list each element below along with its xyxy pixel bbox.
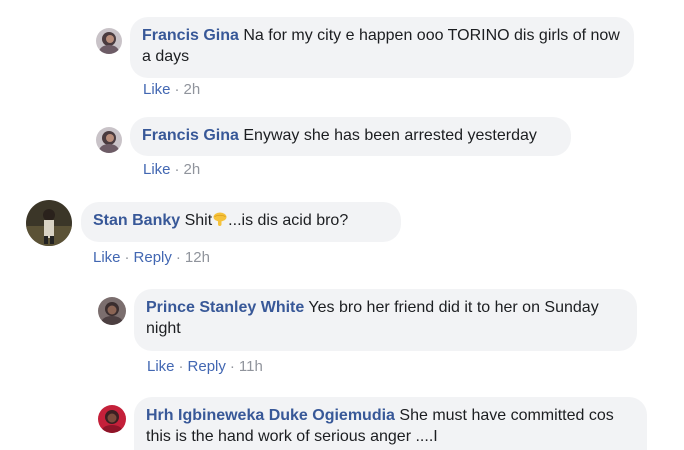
avatar[interactable] xyxy=(96,28,122,54)
timestamp[interactable]: 11h xyxy=(239,358,263,375)
avatar[interactable] xyxy=(26,200,72,246)
separator: · xyxy=(174,81,180,98)
like-link[interactable]: Like xyxy=(93,249,121,266)
reply-link[interactable]: Reply xyxy=(188,358,226,375)
comment-actions: Like · 2h xyxy=(143,161,200,178)
separator: · xyxy=(175,249,181,266)
comment-text-before: Shit xyxy=(184,212,213,229)
avatar[interactable] xyxy=(96,127,122,153)
comment-author[interactable]: Stan Banky xyxy=(93,212,180,229)
comment-text: Enyway she has been arrested yesterday xyxy=(243,127,537,144)
comment-actions: Like · Reply · 11h xyxy=(147,358,263,375)
avatar[interactable] xyxy=(98,405,126,433)
timestamp[interactable]: 2h xyxy=(184,81,201,98)
comment-bubble: Hrh Igbineweka Duke Ogiemudia She must h… xyxy=(134,397,647,450)
comment-author[interactable]: Francis Gina xyxy=(142,27,239,44)
separator: · xyxy=(124,249,130,266)
like-link[interactable]: Like xyxy=(147,358,175,375)
comment-author[interactable]: Prince Stanley White xyxy=(146,299,304,316)
comment-bubble: Francis Gina Na for my city e happen ooo… xyxy=(130,17,634,78)
timestamp[interactable]: 2h xyxy=(184,161,201,178)
comment-actions: Like · Reply · 12h xyxy=(93,249,210,266)
avatar[interactable] xyxy=(98,297,126,325)
comment-bubble: Prince Stanley White Yes bro her friend … xyxy=(134,289,637,351)
like-link[interactable]: Like xyxy=(143,81,171,98)
backhand-index-pointing-down-icon xyxy=(213,212,227,226)
comment-author[interactable]: Francis Gina xyxy=(142,127,239,144)
comment-actions: Like · 2h xyxy=(143,81,200,98)
comment-text-after: ...is dis acid bro? xyxy=(228,212,349,229)
separator: · xyxy=(229,358,235,375)
comment-author[interactable]: Hrh Igbineweka Duke Ogiemudia xyxy=(146,407,395,424)
timestamp[interactable]: 12h xyxy=(185,249,210,266)
comment-bubble: Francis Gina Enyway she has been arreste… xyxy=(130,117,571,156)
reply-link[interactable]: Reply xyxy=(134,249,172,266)
comment-bubble: Stan Banky Shit ...is dis acid bro? xyxy=(81,202,401,242)
separator: · xyxy=(174,161,180,178)
separator: · xyxy=(178,358,184,375)
comment-thread: Francis Gina Na for my city e happen ooo… xyxy=(0,0,684,450)
like-link[interactable]: Like xyxy=(143,161,171,178)
